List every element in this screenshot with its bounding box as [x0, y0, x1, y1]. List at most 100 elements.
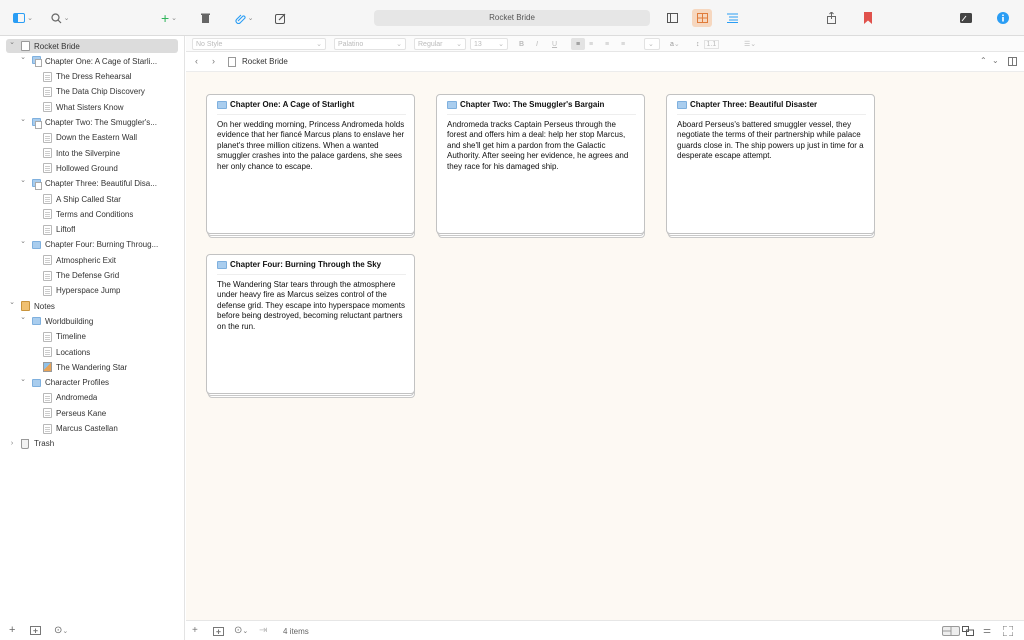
card-actions-button[interactable]: ⊙⌄ [234, 625, 248, 636]
previous-document-button[interactable]: ⌃ [980, 56, 987, 65]
card-face: Chapter Four: Burning Through the Sky The… [206, 254, 415, 394]
add-item-button[interactable]: + [9, 624, 15, 636]
index-card[interactable]: Chapter Three: Beautiful Disaster Aboard … [666, 94, 875, 238]
binder-item[interactable]: Liftoff [0, 223, 184, 237]
composition-mode-icon [960, 13, 972, 23]
freeform-layout-button[interactable] [962, 626, 974, 639]
index-card[interactable]: Chapter One: A Cage of Starlight On her w… [206, 94, 415, 238]
underline-button[interactable]: U [552, 38, 557, 50]
font-size-select[interactable]: 13 ⌄ [470, 38, 508, 50]
font-weight-select[interactable]: Regular ⌄ [414, 38, 466, 50]
disclosure-down-icon[interactable]: ⌄ [8, 298, 16, 306]
disclosure-down-icon[interactable]: ⌄ [19, 53, 27, 61]
add-folder-button[interactable] [30, 624, 41, 638]
document-icon [43, 163, 52, 174]
binder-item[interactable]: Down the Eastern Wall [0, 131, 184, 145]
highlight-select[interactable]: a ⌄ [670, 38, 680, 50]
binder-item[interactable]: The Wandering Star [0, 360, 184, 374]
corkboard-options-button[interactable]: ⚌ [983, 625, 991, 636]
card-title[interactable]: Chapter Two: The Smuggler's Bargain [460, 100, 604, 109]
editor-footer: + ⊙⌄ ⇥ 4 items ⚌ [186, 620, 1024, 640]
search-button[interactable]: ⌄ [47, 9, 73, 27]
binder-item[interactable]: Perseus Kane [0, 406, 184, 420]
binder-item[interactable]: ⌄ Chapter Three: Beautiful Disa... [0, 176, 184, 191]
binder-item[interactable]: ⌄ Chapter Four: Burning Throug... [0, 237, 184, 252]
binder-item[interactable]: ⌄ Rocket Bride [0, 38, 184, 53]
align-justify-button[interactable]: ≡ [621, 38, 625, 50]
binder-actions-button[interactable]: ⊙⌄ [54, 624, 68, 636]
bold-button[interactable]: B [519, 38, 524, 50]
document-view-button[interactable] [665, 9, 679, 27]
composition-mode-button[interactable] [958, 9, 974, 27]
binder-item[interactable]: A Ship Called Star [0, 192, 184, 206]
binder-item[interactable]: The Dress Rehearsal [0, 70, 184, 84]
attachment-button[interactable]: ⌄ [230, 9, 258, 27]
binder-item[interactable]: What Sisters Know [0, 100, 184, 114]
sidebar-toggle-button[interactable]: ⌄ [10, 9, 36, 27]
disclosure-down-icon[interactable]: ⌄ [19, 115, 27, 123]
card-synopsis[interactable]: Aboard Perseus's battered smuggler vesse… [677, 120, 867, 162]
binder-item[interactable]: The Defense Grid [0, 269, 184, 283]
fullscreen-button[interactable] [1002, 625, 1014, 639]
index-card[interactable]: Chapter Two: The Smuggler's Bargain Andro… [436, 94, 645, 238]
card-synopsis[interactable]: On her wedding morning, Princess Androme… [217, 120, 407, 172]
back-button[interactable]: ‹ [195, 56, 198, 66]
selection-highlight [6, 39, 178, 53]
disclosure-down-icon[interactable]: ⌄ [19, 237, 27, 245]
binder-item[interactable]: Marcus Castellan [0, 422, 184, 436]
binder-item[interactable]: ⌄ Character Profiles [0, 375, 184, 390]
card-synopsis[interactable]: The Wandering Star tears through the atm… [217, 280, 407, 332]
align-right-button[interactable]: ≡ [605, 38, 609, 50]
compose-button[interactable] [272, 9, 288, 27]
disclosure-down-icon[interactable]: ⌄ [19, 176, 27, 184]
italic-button[interactable]: I [536, 38, 538, 50]
corkboard-view-button[interactable] [692, 9, 712, 27]
align-center-button[interactable]: ≡ [589, 38, 593, 50]
binder-item[interactable]: Hollowed Ground [0, 161, 184, 175]
font-family-select[interactable]: Palatino ⌄ [334, 38, 406, 50]
delete-button[interactable] [197, 9, 213, 27]
outline-view-button[interactable] [725, 9, 739, 27]
binder-item[interactable]: Andromeda [0, 391, 184, 405]
binder-item[interactable]: ⌄ Chapter One: A Cage of Starli... [0, 53, 184, 68]
disclosure-down-icon[interactable]: ⌄ [19, 313, 27, 321]
binder-item[interactable]: Timeline [0, 330, 184, 344]
card-arrange-button[interactable]: ⇥ [259, 625, 267, 636]
disclosure-down-icon[interactable]: ⌄ [8, 38, 16, 46]
share-button[interactable] [824, 9, 838, 27]
chevron-down-icon: ⌄ [648, 41, 654, 48]
disclosure-down-icon[interactable]: ⌄ [19, 375, 27, 383]
binder-item[interactable]: › Trash [0, 437, 184, 451]
card-title[interactable]: Chapter Four: Burning Through the Sky [230, 260, 381, 269]
binder-item[interactable]: Terms and Conditions [0, 207, 184, 221]
add-folder-card-button[interactable] [213, 625, 224, 639]
next-document-button[interactable]: ⌄ [992, 56, 999, 65]
card-synopsis[interactable]: Andromeda tracks Captain Perseus through… [447, 120, 637, 172]
inspector-button[interactable] [996, 9, 1010, 27]
card-title[interactable]: Chapter One: A Cage of Starlight [230, 100, 354, 109]
split-editor-button[interactable] [1008, 57, 1017, 68]
align-left-button[interactable]: ≡ [571, 38, 585, 50]
bookmark-button[interactable] [861, 9, 875, 27]
disclosure-right-icon[interactable]: › [8, 440, 16, 447]
text-color-select[interactable]: ⌄ [644, 38, 660, 50]
card-title[interactable]: Chapter Three: Beautiful Disaster [690, 100, 817, 109]
book-icon [21, 41, 30, 51]
line-spacing-select[interactable]: ↕ 1.1 [696, 38, 720, 50]
add-card-button[interactable]: + [192, 625, 198, 636]
binder-item[interactable]: Hyperspace Jump [0, 284, 184, 298]
list-style-select[interactable]: ☰ ⌄ [744, 38, 756, 50]
binder-item[interactable]: Into the Silverpine [0, 146, 184, 160]
binder-item[interactable]: ⌄ Chapter Two: The Smuggler's... [0, 115, 184, 130]
binder-item[interactable]: Locations [0, 345, 184, 359]
binder-item[interactable]: The Data Chip Discovery [0, 85, 184, 99]
binder-item[interactable]: ⌄ Worldbuilding [0, 313, 184, 328]
add-button[interactable]: + ⌄ [156, 9, 182, 27]
index-card[interactable]: Chapter Four: Burning Through the Sky The… [206, 254, 415, 398]
binder-item[interactable]: ⌄ Notes [0, 298, 184, 313]
forward-button[interactable]: › [212, 56, 215, 66]
binder-item[interactable]: Atmospheric Exit [0, 253, 184, 267]
style-select[interactable]: No Style ⌄ [192, 38, 326, 50]
binder-item-label: Terms and Conditions [56, 209, 134, 219]
grid-layout-button[interactable] [942, 626, 960, 639]
